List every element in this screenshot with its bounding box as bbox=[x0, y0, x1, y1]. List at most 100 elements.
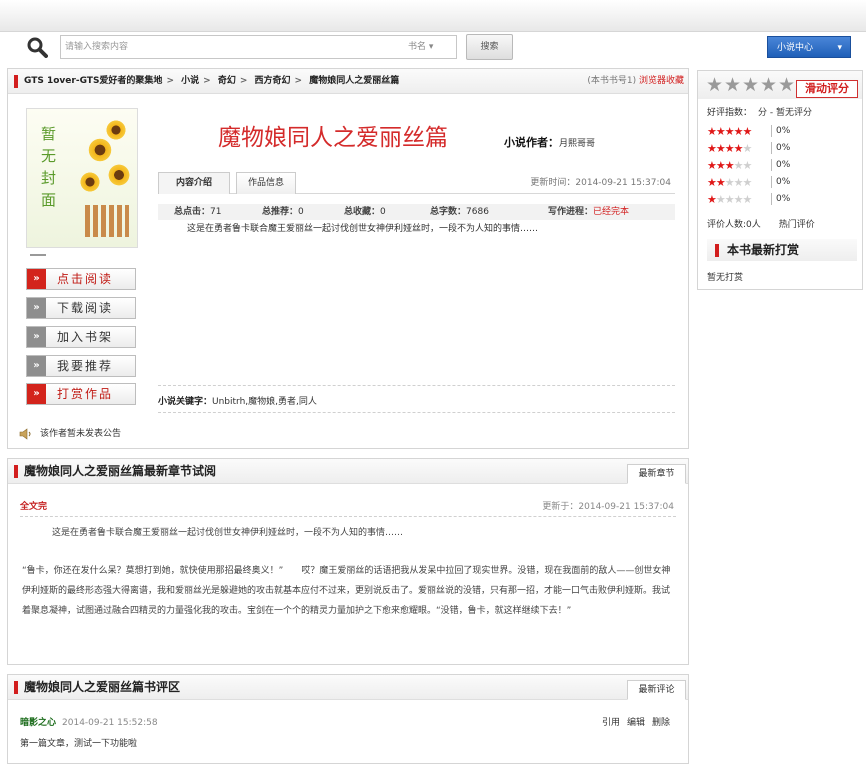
reward-empty: 暂无打赏 bbox=[707, 273, 744, 283]
recommend-button[interactable]: » 我要推荐 bbox=[26, 355, 136, 377]
section-marker bbox=[14, 465, 18, 478]
rating-index-value: 分 - 暂无评分 bbox=[758, 108, 812, 118]
double-arrow-icon: » bbox=[27, 298, 46, 318]
chevron-right-icon: > bbox=[203, 76, 211, 86]
stat-favorite-value: 0 bbox=[380, 207, 386, 217]
review-username[interactable]: 暗影之心 bbox=[20, 718, 56, 728]
search-icon[interactable] bbox=[26, 36, 48, 58]
five-star-icon: ★★★★★ bbox=[707, 125, 752, 138]
book-author: 小说作者：月熙哥哥 bbox=[504, 134, 595, 150]
search-input[interactable]: 请输入搜索内容 bbox=[60, 35, 457, 59]
star-icon[interactable]: ★ bbox=[760, 76, 777, 95]
read-button[interactable]: » 点击阅读 bbox=[26, 268, 136, 290]
star-icon[interactable]: ★ bbox=[724, 76, 741, 95]
edit-link[interactable]: 编辑 bbox=[627, 718, 645, 728]
stat-words-value: 7686 bbox=[466, 207, 489, 217]
latest-chapter-header: 魔物娘同人之爱丽丝篇最新章节试阅 最新章节 bbox=[8, 459, 688, 484]
stat-recommend-label: 总推荐： bbox=[262, 207, 299, 217]
star-icon[interactable]: ★ bbox=[742, 76, 759, 95]
tab-introduction[interactable]: 内容介绍 bbox=[158, 172, 230, 194]
breadcrumb-site[interactable]: GTS 1over-GTS爱好者的聚集地 bbox=[24, 76, 162, 86]
search-category-select[interactable]: 书名 ▾ bbox=[408, 35, 433, 59]
review-user[interactable]: 暗影之心 2014-09-21 15:52:58 bbox=[20, 715, 158, 728]
book-stats: 总点击：71 总推荐：0 总收藏：0 总字数：7686 写作进程：已经完本 bbox=[158, 204, 675, 220]
latest-chapter-title: 魔物娘同人之爱丽丝篇最新章节试阅 bbox=[24, 464, 217, 478]
review-actions: 引用 编辑 删除 bbox=[595, 715, 670, 728]
book-number: (本书书号1) bbox=[587, 76, 637, 86]
tab-latest-reviews[interactable]: 最新评论 bbox=[627, 680, 686, 700]
update-time: 更新时间：2014-09-21 15:37:04 bbox=[530, 178, 671, 188]
breadcrumb-western-fantasy[interactable]: 西方奇幻 bbox=[255, 76, 291, 86]
chevron-down-icon: ▾ bbox=[428, 42, 434, 52]
user-center-button[interactable]: 小说中心 ▾ bbox=[767, 36, 851, 58]
section-marker bbox=[715, 244, 719, 257]
hot-reviews-link[interactable]: 热门评价 bbox=[779, 220, 815, 230]
one-star-icon: ★★★★★ bbox=[707, 193, 752, 206]
stat-progress-label: 写作进程： bbox=[548, 207, 594, 217]
speaker-icon bbox=[19, 428, 31, 440]
notice-bar: 该作者暂未发表公告 bbox=[7, 420, 689, 449]
author-notice: 该作者暂未发表公告 bbox=[40, 429, 122, 439]
stat-clicks-value: 71 bbox=[210, 207, 222, 217]
rating-percent: 0% bbox=[771, 159, 790, 171]
sunflower-image bbox=[107, 163, 131, 187]
three-star-icon: ★★★★★ bbox=[707, 159, 752, 172]
four-star-icon: ★★★★★ bbox=[707, 142, 752, 155]
cover-placeholder-text: 暂无封面 bbox=[41, 125, 57, 209]
section-marker bbox=[14, 681, 18, 694]
book-title: 魔物娘同人之爱丽丝篇 bbox=[218, 125, 448, 151]
stat-clicks-label: 总点击： bbox=[174, 207, 211, 217]
tab-latest-chapter[interactable]: 最新章节 bbox=[627, 464, 686, 484]
book-tabs: 内容介绍 作品信息 更新时间：2014-09-21 15:37:04 bbox=[158, 172, 675, 194]
search-button[interactable]: 搜索 bbox=[466, 34, 513, 60]
download-label: 下载阅读 bbox=[57, 301, 114, 315]
reviews-header: 魔物娘同人之爱丽丝篇书评区 最新评论 bbox=[8, 675, 688, 700]
read-label: 点击阅读 bbox=[57, 272, 114, 286]
stat-recommend-value: 0 bbox=[298, 207, 304, 217]
rating-row-2: ★★★★★ 0% bbox=[707, 176, 790, 189]
keywords-label: 小说关键字： bbox=[158, 397, 213, 407]
book-keywords: 小说关键字：Unbitrh,魔物娘,勇者,同人 bbox=[158, 394, 317, 407]
reviews-panel: 魔物娘同人之爱丽丝篇书评区 最新评论 暗影之心 2014-09-21 15:52:… bbox=[7, 674, 689, 764]
book-cover[interactable]: 暂无封面 bbox=[26, 108, 138, 248]
reward-label: 打赏作品 bbox=[57, 387, 114, 401]
rating-index-label: 好评指数： bbox=[707, 108, 753, 118]
rating-row-1: ★★★★★ 0% bbox=[707, 193, 790, 206]
cover-divider bbox=[30, 254, 46, 256]
chapter-paragraph: 这是在勇者鲁卡联合魔王爱丽丝一起讨伐创世女神伊利娅丝时，一段不为人知的事情…… bbox=[52, 528, 404, 538]
double-arrow-icon: » bbox=[27, 269, 46, 289]
author-name[interactable]: 月熙哥哥 bbox=[559, 139, 595, 149]
review-time: 2014-09-21 15:52:58 bbox=[62, 718, 158, 728]
reward-button[interactable]: » 打赏作品 bbox=[26, 383, 136, 405]
favorite-link[interactable]: 浏览器收藏 bbox=[639, 76, 684, 86]
download-button[interactable]: » 下载阅读 bbox=[26, 297, 136, 319]
fence-image bbox=[85, 205, 129, 237]
add-shelf-button[interactable]: » 加入书架 bbox=[26, 326, 136, 348]
search-category-label: 书名 bbox=[408, 42, 427, 52]
sunflower-image bbox=[87, 137, 113, 163]
divider bbox=[20, 516, 676, 517]
breadcrumb-fantasy[interactable]: 奇幻 bbox=[218, 76, 236, 86]
rating-row-3: ★★★★★ 0% bbox=[707, 159, 790, 172]
rating-count: 评价人数:0人 热门评价 bbox=[707, 217, 815, 230]
search-bar: 请输入搜索内容 书名 ▾ 搜索 小说中心 ▾ bbox=[0, 32, 866, 62]
rating-percent: 0% bbox=[771, 193, 790, 205]
two-star-icon: ★★★★★ bbox=[707, 176, 752, 189]
chapter-name[interactable]: 全文完 bbox=[20, 499, 47, 512]
recommend-label: 我要推荐 bbox=[57, 359, 114, 373]
divider bbox=[158, 385, 675, 386]
slide-rating-button[interactable]: 滑动评分 bbox=[796, 80, 858, 98]
star-icon[interactable]: ★ bbox=[778, 76, 795, 95]
rating-panel: ★ ★ ★ ★ ★ 滑动评分 好评指数：分 - 暂无评分 ★★★★★ 0% ★★★… bbox=[697, 70, 863, 290]
review-body: 第一篇文章，测试一下功能啦 bbox=[20, 739, 138, 749]
rating-header: ★ ★ ★ ★ ★ 滑动评分 bbox=[698, 71, 862, 99]
star-icon[interactable]: ★ bbox=[706, 76, 723, 95]
delete-link[interactable]: 删除 bbox=[652, 718, 670, 728]
quote-link[interactable]: 引用 bbox=[602, 718, 620, 728]
user-center-label: 小说中心 bbox=[777, 43, 814, 53]
breadcrumb-novel[interactable]: 小说 bbox=[181, 76, 199, 86]
breadcrumb-book: 魔物娘同人之爱丽丝篇 bbox=[309, 76, 400, 86]
tab-work-info[interactable]: 作品信息 bbox=[236, 172, 296, 194]
divider bbox=[158, 412, 675, 413]
chevron-right-icon: > bbox=[294, 76, 303, 86]
